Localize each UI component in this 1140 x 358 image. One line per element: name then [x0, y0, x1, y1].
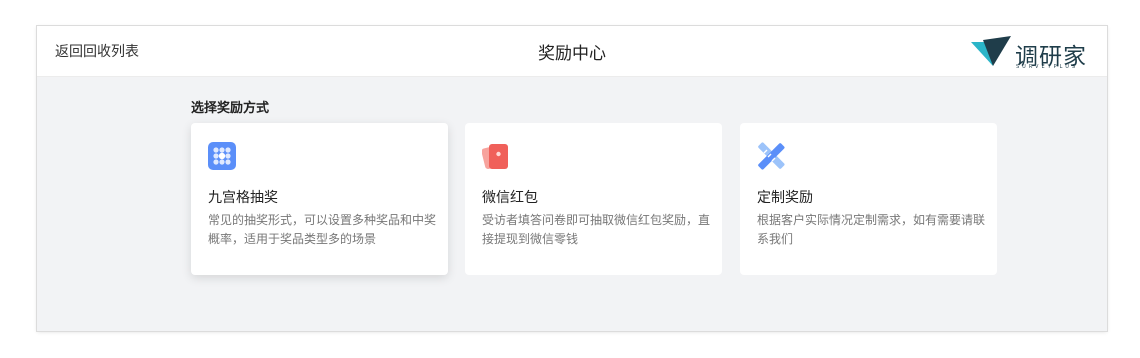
grid-lottery-icon [208, 142, 236, 170]
card-description: 根据客户实际情况定制需求，如有需要请联系我们 [757, 213, 986, 246]
top-bar: 返回回收列表 奖励中心 调研家 SURVEYPLUS [37, 26, 1107, 77]
card-title: 微信红包 [482, 190, 538, 206]
card-description: 受访者填答问卷即可抽取微信红包奖励，直接提现到微信零钱 [482, 213, 711, 246]
reward-center-window: 返回回收列表 奖励中心 调研家 SURVEYPLUS 选择奖励方式 九宫格抽奖 … [37, 26, 1107, 331]
section-title: 选择奖励方式 [191, 101, 270, 116]
card-title: 九宫格抽奖 [208, 190, 278, 206]
red-envelope-icon [482, 144, 508, 169]
brand-subtitle: SURVEYPLUS [1016, 64, 1079, 70]
ruler-pencil-icon [758, 142, 785, 170]
reward-card-wechat-red-envelope[interactable]: 微信红包 受访者填答问卷即可抽取微信红包奖励，直接提现到微信零钱 [465, 123, 722, 275]
page-title: 奖励中心 [538, 44, 606, 64]
brand-logo: 调研家 SURVEYPLUS [969, 36, 1089, 70]
brand-mark-icon [971, 36, 1011, 66]
card-title: 定制奖励 [757, 190, 813, 206]
reward-card-grid-lottery[interactable]: 九宫格抽奖 常见的抽奖形式，可以设置多种奖品和中奖概率，适用于奖品类型多的场景 [191, 123, 448, 275]
reward-card-custom[interactable]: 定制奖励 根据客户实际情况定制需求，如有需要请联系我们 [740, 123, 997, 275]
card-description: 常见的抽奖形式，可以设置多种奖品和中奖概率，适用于奖品类型多的场景 [208, 213, 437, 246]
